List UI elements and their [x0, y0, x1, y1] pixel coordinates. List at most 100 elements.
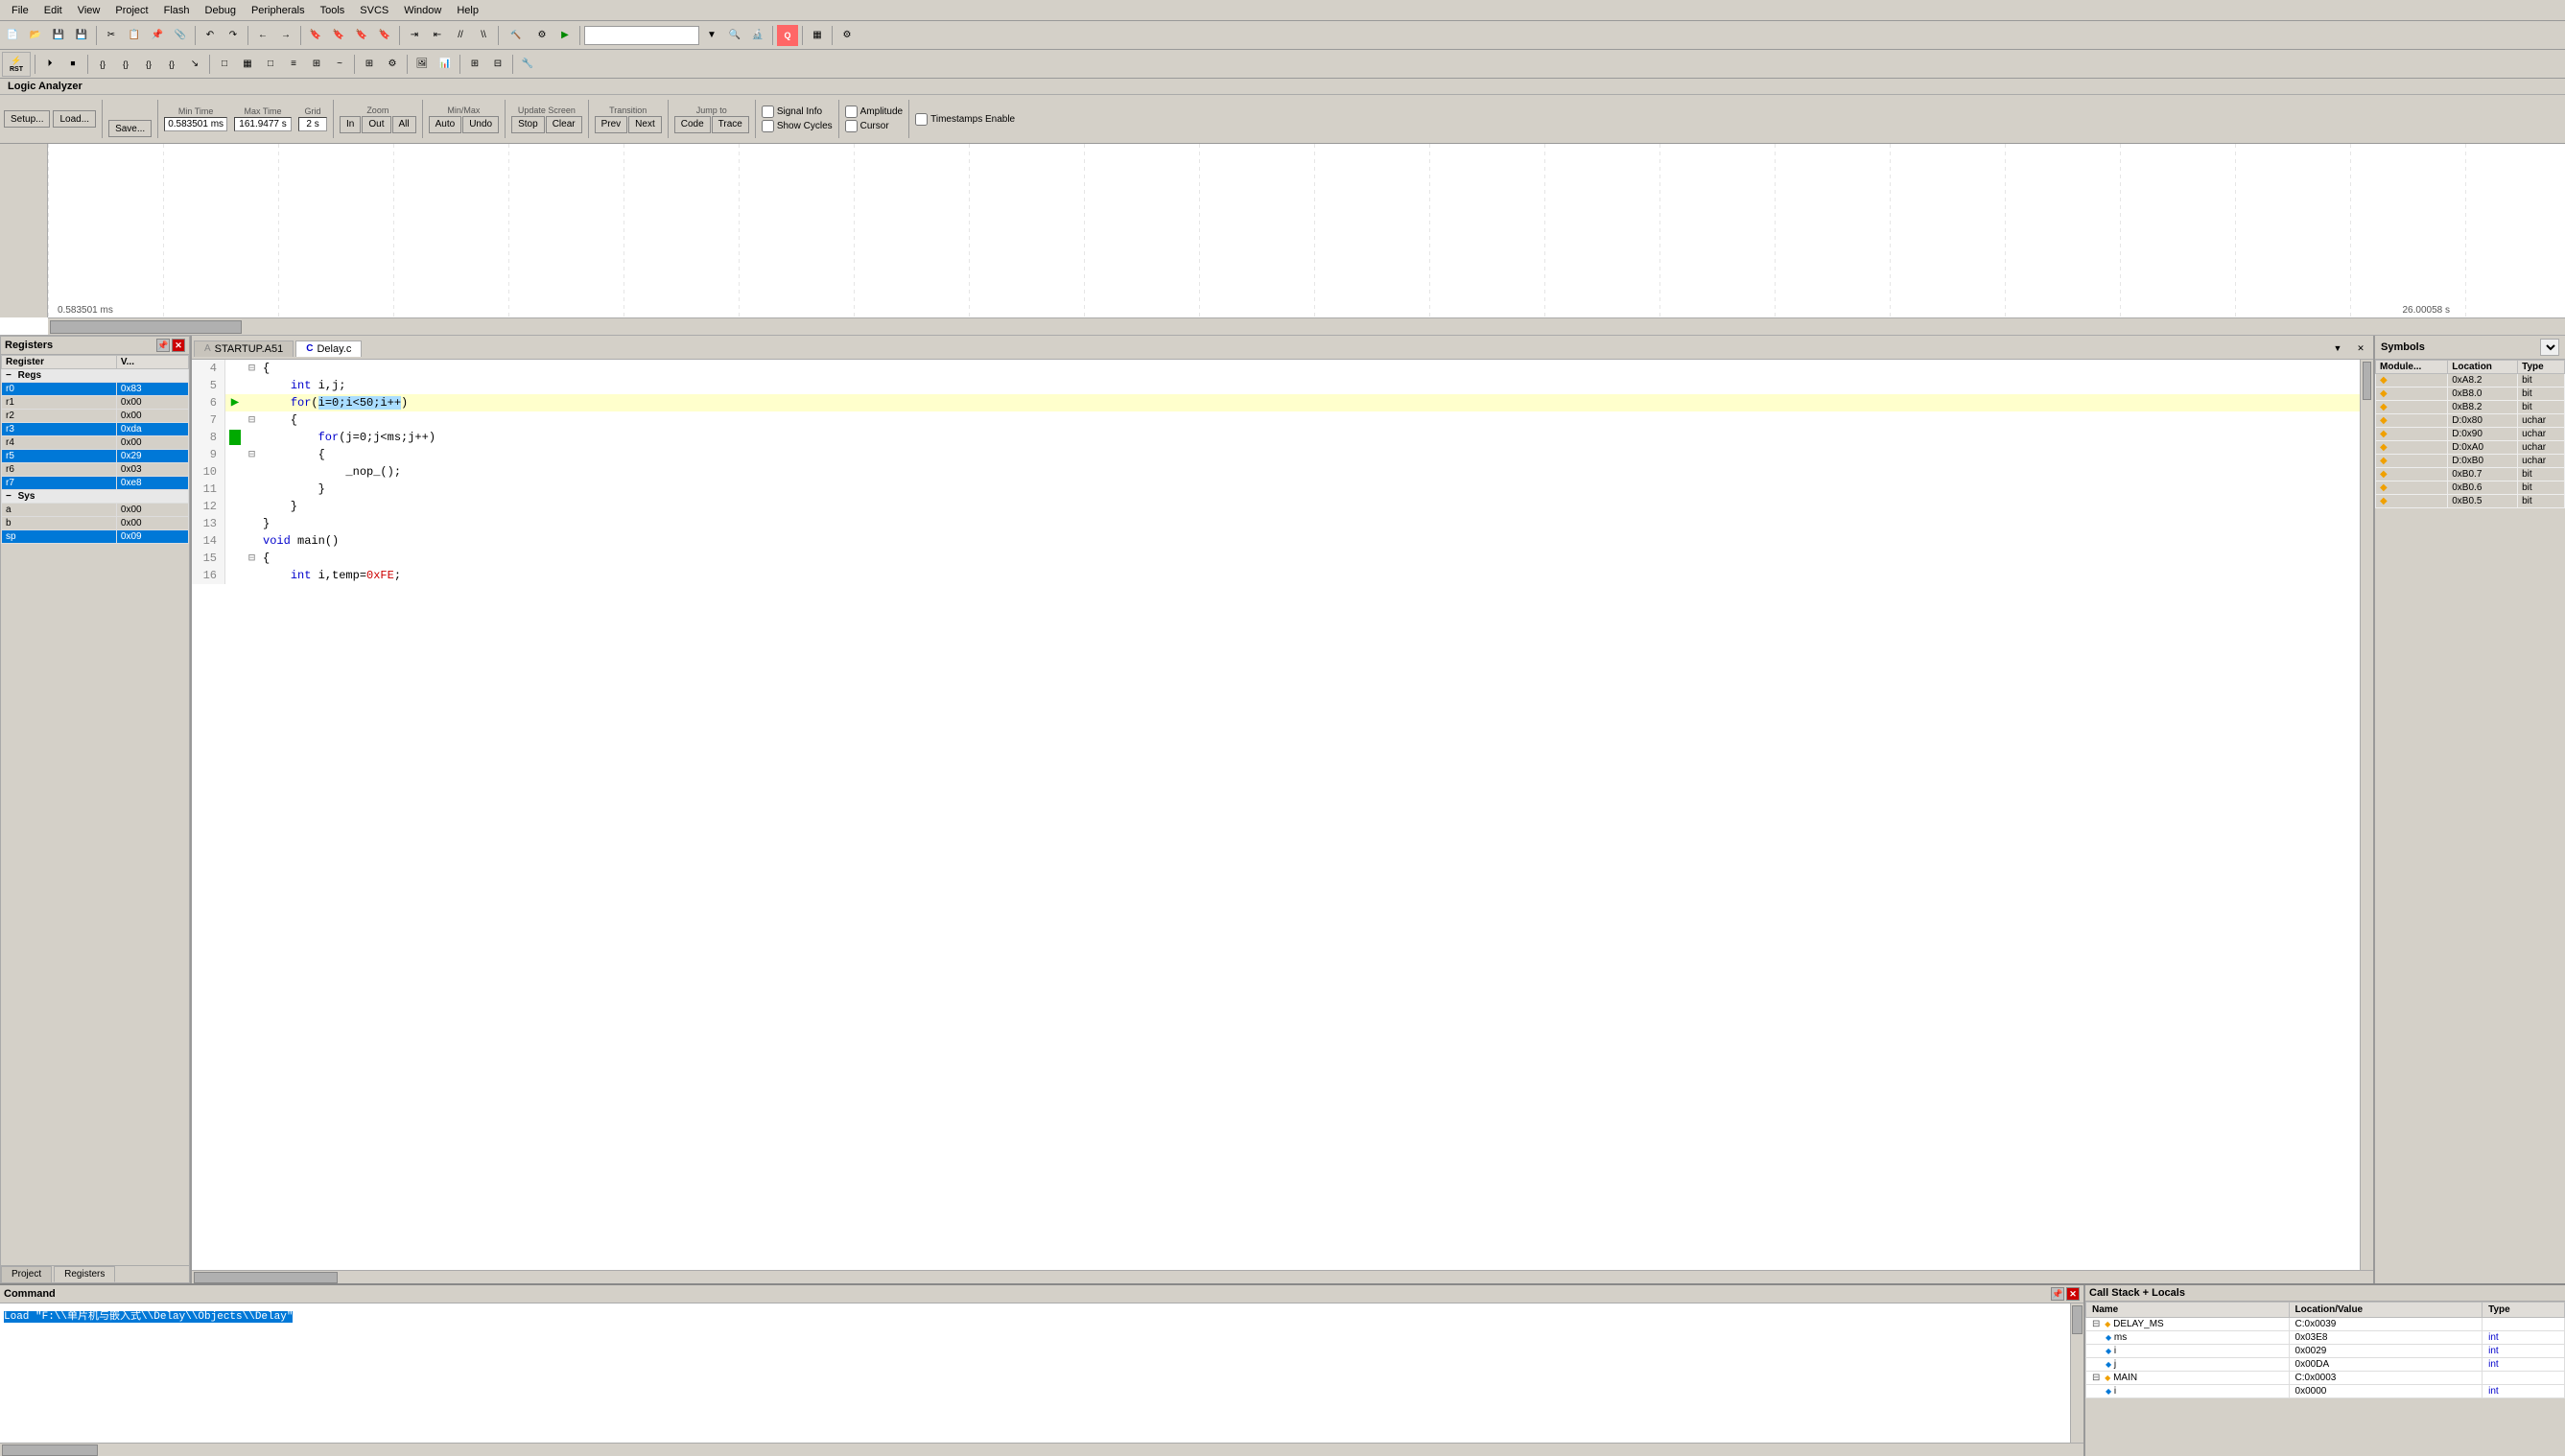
la-setup-btn[interactable]: Setup... — [4, 110, 50, 128]
menu-edit[interactable]: Edit — [36, 3, 70, 18]
line-fold-15[interactable]: ⊟ — [245, 550, 259, 567]
tab-registers[interactable]: Registers — [54, 1266, 115, 1282]
line-fold-9[interactable]: ⊟ — [245, 446, 259, 463]
cs-minus-icon[interactable]: ⊟ — [2092, 1319, 2100, 1329]
search-all-btn[interactable]: 🔍 — [724, 25, 745, 46]
la-zoom-all-btn[interactable]: All — [392, 116, 416, 133]
callstack-scroll[interactable]: Name Location/Value Type ⊟ ◆ DELAY_MS — [2085, 1302, 2565, 1456]
save-btn[interactable]: 💾 — [48, 25, 69, 46]
la-zoom-out-btn[interactable]: Out — [362, 116, 390, 133]
close-panel-icon[interactable]: ✕ — [172, 339, 185, 352]
build2-btn[interactable]: ⚙ — [531, 25, 553, 46]
command-content[interactable]: Load "F:\\单片机与嵌入式\\Delay\\Objects\\Delay… — [0, 1303, 2070, 1443]
unindent-btn[interactable]: ⇤ — [427, 25, 448, 46]
debug-btn[interactable]: ▶ — [554, 25, 576, 46]
redo-btn[interactable]: ↷ — [223, 25, 244, 46]
la-zoom-in-btn[interactable]: In — [340, 116, 361, 133]
inspector-btn[interactable]: 🔬 — [747, 25, 768, 46]
la-auto-btn[interactable]: Auto — [429, 116, 462, 133]
menu-tools[interactable]: Tools — [313, 3, 353, 18]
copy-btn[interactable]: 📋 — [124, 25, 145, 46]
nav-fwd-btn[interactable]: → — [275, 25, 296, 46]
la-stop-btn[interactable]: Stop — [511, 116, 545, 133]
perf-btn[interactable]: ⊞ — [306, 54, 327, 75]
brace4-btn[interactable]: {} — [161, 54, 182, 75]
gpio-input[interactable]: GPIOMode_TypeDef — [584, 26, 699, 45]
build-btn[interactable]: 🔨 — [503, 25, 529, 46]
la-amplitude-check[interactable] — [845, 106, 858, 118]
command-scrollbar-thumb[interactable] — [2072, 1305, 2083, 1334]
bookmark4-btn[interactable]: 🔖 — [374, 25, 395, 46]
la-next-btn[interactable]: Next — [628, 116, 662, 133]
disasm-btn[interactable]: □ — [214, 54, 235, 75]
paste-btn[interactable]: 📌 — [147, 25, 168, 46]
cs-minus-main-icon[interactable]: ⊟ — [2092, 1373, 2100, 1383]
la-timestamps-check[interactable] — [915, 113, 928, 126]
menu-project[interactable]: Project — [107, 3, 155, 18]
code-scrollbar-thumb[interactable] — [2363, 362, 2371, 400]
stop-btn[interactable]: ⏹ — [62, 54, 83, 75]
waveform-scrollbar-thumb[interactable] — [50, 320, 242, 334]
tab-startup[interactable]: A STARTUP.A51 — [194, 341, 294, 357]
line-fold-7[interactable]: ⊟ — [245, 411, 259, 429]
line-fold-4[interactable]: ⊟ — [245, 360, 259, 377]
tab-delay[interactable]: C Delay.c — [295, 341, 362, 357]
la-prev-btn[interactable]: Prev — [595, 116, 628, 133]
save-all-btn[interactable]: 💾 — [71, 25, 92, 46]
la-clear-btn[interactable]: Clear — [546, 116, 582, 133]
tab-close-btn[interactable]: ✕ — [2350, 338, 2371, 359]
gpio-dropdown[interactable]: ▼ — [701, 25, 722, 46]
command-scrollbar-h-thumb[interactable] — [2, 1444, 98, 1456]
sys-btn[interactable]: ⚙ — [382, 54, 403, 75]
watch-btn[interactable]: □ — [260, 54, 281, 75]
cut-btn[interactable]: ✂ — [101, 25, 122, 46]
registers-scroll[interactable]: Register V... − Regs — [1, 355, 189, 1265]
mem-btn[interactable]: ▦ — [237, 54, 258, 75]
run-btn[interactable]: ⏵ — [39, 54, 60, 75]
la-save-btn[interactable]: Save... — [108, 120, 152, 137]
command-close-icon[interactable]: ✕ — [2066, 1287, 2080, 1301]
find-btn[interactable]: Q — [777, 25, 798, 46]
la-signal-check[interactable] — [762, 106, 774, 118]
la-load-btn[interactable]: Load... — [53, 110, 96, 128]
stack-btn[interactable]: ≡ — [283, 54, 304, 75]
comment-btn[interactable]: // — [450, 25, 471, 46]
symbols-dropdown[interactable]: ▼ — [2540, 339, 2559, 356]
bookmark2-btn[interactable]: 🔖 — [328, 25, 349, 46]
img2-btn[interactable]: 📊 — [435, 54, 456, 75]
step-into-btn[interactable]: ↘ — [184, 54, 205, 75]
sys-minus-icon[interactable]: − — [6, 491, 12, 502]
brace1-btn[interactable]: {} — [92, 54, 113, 75]
code-content[interactable]: 4 ⊟ { 5 int i,j; 6 — [192, 360, 2360, 1270]
indent-btn[interactable]: ⇥ — [404, 25, 425, 46]
menu-window[interactable]: Window — [396, 3, 449, 18]
img-btn[interactable]: 🖼 — [412, 54, 433, 75]
new-btn[interactable]: 📄 — [2, 25, 23, 46]
pin-icon[interactable]: 📌 — [156, 339, 170, 352]
menu-svcs[interactable]: SVCS — [352, 3, 396, 18]
tools2-btn[interactable]: 🔧 — [517, 54, 538, 75]
grid2-btn[interactable]: ⊟ — [487, 54, 508, 75]
menu-flash[interactable]: Flash — [156, 3, 198, 18]
grid-btn[interactable]: ⊞ — [464, 54, 485, 75]
ext-btn[interactable]: ⊞ — [359, 54, 380, 75]
code-scrollbar-h-thumb[interactable] — [194, 1272, 338, 1283]
undo-btn[interactable]: ↶ — [200, 25, 221, 46]
menu-help[interactable]: Help — [449, 3, 486, 18]
minus-icon[interactable]: − — [6, 370, 12, 381]
bookmark3-btn[interactable]: 🔖 — [351, 25, 372, 46]
tab-arrow-btn[interactable]: ▼ — [2327, 338, 2348, 359]
bookmark-btn[interactable]: 🔖 — [305, 25, 326, 46]
open-btn[interactable]: 📂 — [25, 25, 46, 46]
brace3-btn[interactable]: {} — [138, 54, 159, 75]
code-scrollbar-v[interactable] — [2360, 360, 2373, 1270]
menu-view[interactable]: View — [70, 3, 108, 18]
logic-btn[interactable]: ~ — [329, 54, 350, 75]
la-code-btn[interactable]: Code — [674, 116, 711, 133]
la-cycles-check[interactable] — [762, 120, 774, 132]
menu-peripherals[interactable]: Peripherals — [244, 3, 313, 18]
command-pin-icon[interactable]: 📌 — [2051, 1287, 2064, 1301]
settings-btn[interactable]: ⚙ — [836, 25, 858, 46]
symbols-scroll[interactable]: Module... Location Type ◆ 0xA8.2 bit ◆ — [2375, 360, 2565, 1283]
tab-project[interactable]: Project — [1, 1266, 52, 1282]
